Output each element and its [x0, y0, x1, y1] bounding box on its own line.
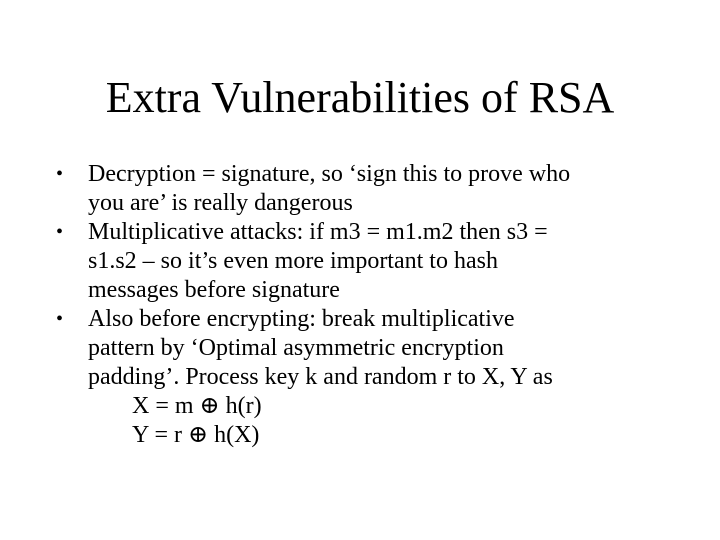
- bullet-text-line: Also before encrypting: break multiplica…: [88, 306, 515, 332]
- formula-y: Y = r ⊕ h(X): [132, 422, 260, 448]
- bullet-text-line: Decryption = signature, so ‘sign this to…: [88, 161, 571, 187]
- slide-title: Extra Vulnerabilities of RSA: [105, 73, 615, 122]
- bullet-text-line: Multiplicative attacks: if m3 = m1.m2 th…: [88, 219, 548, 245]
- bullet-text-line: s1.s2 – so it’s even more important to h…: [88, 248, 498, 274]
- bullet-item-multiplicative-attacks: • Multiplicative attacks: if m3 = m1.m2 …: [0, 218, 720, 305]
- bullet-icon: •: [56, 221, 64, 243]
- bullet-text-line: messages before signature: [88, 277, 340, 303]
- bullet-item-oaep-padding: • Also before encrypting: break multipli…: [0, 305, 720, 450]
- bullet-text-line: padding’. Process key k and random r to …: [88, 364, 553, 390]
- slide: Extra Vulnerabilities of RSA • Decryptio…: [0, 0, 720, 540]
- bullet-text-line: pattern by ‘Optimal asymmetric encryptio…: [88, 335, 504, 361]
- bullet-icon: •: [56, 308, 64, 330]
- formula-x: X = m ⊕ h(r): [132, 393, 262, 419]
- bullet-item-decryption-signature: • Decryption = signature, so ‘sign this …: [0, 160, 720, 218]
- bullet-text-line: you are’ is really dangerous: [88, 190, 353, 216]
- bullet-icon: •: [56, 163, 64, 185]
- bullet-list: • Decryption = signature, so ‘sign this …: [0, 160, 720, 450]
